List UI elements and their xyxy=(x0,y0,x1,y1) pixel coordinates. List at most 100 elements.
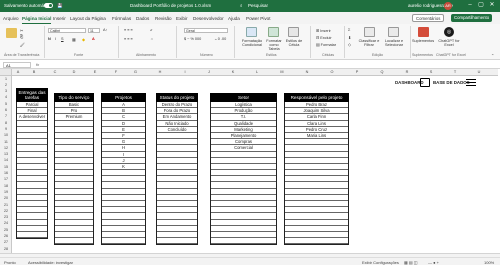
column-header[interactable]: D xyxy=(66,70,82,74)
row-header[interactable]: 20 xyxy=(0,196,12,200)
find-select-button[interactable]: Localizar e Selecionar xyxy=(382,39,406,47)
fill-icon[interactable]: ⬇ xyxy=(348,35,351,40)
format-cells-button[interactable]: ▤ Formatar xyxy=(316,42,336,47)
merge-center-icon[interactable]: ⇔ xyxy=(150,37,154,41)
tab-revisao[interactable]: Revisão xyxy=(155,16,172,21)
row-header[interactable]: 27 xyxy=(0,240,12,244)
row-header[interactable]: 21 xyxy=(0,203,12,207)
row-header[interactable]: 10 xyxy=(0,133,12,137)
row-header[interactable]: 15 xyxy=(0,165,12,169)
row-header[interactable]: 1 xyxy=(0,77,12,81)
decimal-icon[interactable]: ←0 .00 xyxy=(214,37,226,41)
cell-styles-icon[interactable] xyxy=(288,27,299,37)
collapse-ribbon-icon[interactable]: ⌃ xyxy=(491,53,494,58)
tab-desenvolvedor[interactable]: Desenvolvedor xyxy=(193,16,224,21)
column-header[interactable]: H xyxy=(147,70,173,74)
column-header[interactable]: P xyxy=(345,70,369,74)
row-header[interactable]: 11 xyxy=(0,140,12,144)
underline-button[interactable]: S xyxy=(61,37,64,41)
column-header[interactable]: A xyxy=(12,70,24,74)
column-header[interactable]: C xyxy=(44,70,66,74)
sort-filter-icon[interactable] xyxy=(364,27,375,37)
borders-icon[interactable]: ▦ xyxy=(72,37,76,42)
column-header[interactable]: G xyxy=(124,70,147,74)
format-table-button[interactable]: Formatar como Tabela xyxy=(264,39,284,51)
row-header[interactable]: 18 xyxy=(0,184,12,188)
clear-icon[interactable]: ◇ xyxy=(348,42,351,47)
align-top-icon[interactable]: ≡ ≡ ≡ xyxy=(124,28,133,32)
column-header[interactable]: J xyxy=(197,70,221,74)
addins-button[interactable]: Suplementos xyxy=(412,39,434,43)
minimize-icon[interactable]: – xyxy=(466,2,474,9)
column-header[interactable]: B xyxy=(24,70,44,74)
close-icon[interactable]: ✕ xyxy=(488,2,496,9)
table-cell[interactable] xyxy=(17,232,47,239)
database-icon[interactable] xyxy=(420,78,430,87)
search-icon[interactable]: ⌕ xyxy=(240,3,243,8)
column-header[interactable]: F xyxy=(108,70,124,74)
italic-button[interactable]: I xyxy=(55,37,56,41)
tab-power-pivot[interactable]: Power Pivot xyxy=(246,16,271,21)
conditional-format-icon[interactable] xyxy=(246,27,257,37)
row-header[interactable]: 7 xyxy=(0,114,12,118)
comments-button[interactable]: Comentários xyxy=(412,14,445,22)
fill-color-icon[interactable]: ◆ xyxy=(82,37,85,42)
column-header[interactable]: I xyxy=(173,70,197,74)
row-header[interactable]: 6 xyxy=(0,108,12,112)
row-header[interactable]: 13 xyxy=(0,152,12,156)
row-header[interactable]: 24 xyxy=(0,221,12,225)
align-left-icon[interactable]: ≡ ≡ ≡ xyxy=(124,37,133,41)
row-header[interactable]: 8 xyxy=(0,121,12,125)
share-button[interactable]: Compartilhamento xyxy=(451,14,493,22)
row-header[interactable]: 2 xyxy=(0,83,12,87)
find-select-icon[interactable] xyxy=(388,27,399,37)
cut-icon[interactable]: ✂ xyxy=(20,28,23,33)
column-header[interactable]: L xyxy=(245,70,269,74)
column-header[interactable]: S xyxy=(419,70,443,74)
column-header[interactable]: T xyxy=(443,70,467,74)
row-header[interactable]: 16 xyxy=(0,171,12,175)
chatgpt-icon[interactable]: ◎ xyxy=(444,27,454,37)
column-header[interactable]: U xyxy=(467,70,491,74)
save-icon[interactable]: 💾 xyxy=(57,3,63,9)
tab-arquivo[interactable]: Arquivo xyxy=(3,16,19,21)
name-box[interactable]: A1 xyxy=(3,61,31,68)
cell-styles-button[interactable]: Estilos de Célula xyxy=(284,39,304,47)
tab-pagina-inicial[interactable]: Página Inicial xyxy=(22,16,52,24)
row-header[interactable]: 4 xyxy=(0,95,12,99)
table-cell[interactable] xyxy=(285,238,348,245)
display-settings[interactable]: Exibir Configurações xyxy=(362,260,399,265)
avatar[interactable]: AR xyxy=(444,2,452,10)
menu-icon[interactable] xyxy=(466,77,476,87)
tab-inserir[interactable]: Inserir xyxy=(53,16,66,21)
autosum-icon[interactable]: Σ xyxy=(348,28,350,32)
column-header[interactable]: Q xyxy=(369,70,395,74)
tab-formulas[interactable]: Fórmulas xyxy=(112,16,131,21)
format-table-icon[interactable] xyxy=(268,27,279,37)
accessibility-status[interactable]: Acessibilidade: investigar xyxy=(28,260,73,265)
row-header[interactable]: 5 xyxy=(0,102,12,106)
row-header[interactable]: 9 xyxy=(0,127,12,131)
autosave-toggle[interactable] xyxy=(44,3,53,8)
column-header[interactable]: N xyxy=(295,70,319,74)
table-cell[interactable] xyxy=(102,238,145,245)
format-painter-icon[interactable]: 🖌 xyxy=(20,42,25,47)
delete-cells-button[interactable]: ⊟ Excluir xyxy=(316,35,332,40)
row-header[interactable]: 25 xyxy=(0,228,12,232)
row-header[interactable]: 3 xyxy=(0,89,12,93)
column-header[interactable]: O xyxy=(319,70,345,74)
zoom-slider[interactable]: — ● + xyxy=(428,260,439,265)
column-header[interactable]: K xyxy=(221,70,245,74)
tab-dados[interactable]: Dados xyxy=(136,16,149,21)
worksheet[interactable]: Entregas das tarefas Parcial Final A desen… xyxy=(12,76,498,253)
grow-font-icon[interactable]: A↑ xyxy=(103,28,107,32)
column-header[interactable]: E xyxy=(82,70,108,74)
base-de-dados-link[interactable]: BASE DE DADOS xyxy=(433,80,470,85)
row-header[interactable]: 19 xyxy=(0,190,12,194)
column-header[interactable]: R xyxy=(395,70,419,74)
row-header[interactable]: 12 xyxy=(0,146,12,150)
wrap-text-icon[interactable]: ⤶ xyxy=(150,28,152,32)
currency-icon[interactable]: $ ~ % 000 xyxy=(184,37,201,41)
table-cell[interactable] xyxy=(157,238,197,245)
conditional-format-button[interactable]: Formatação Condicional xyxy=(238,39,266,47)
